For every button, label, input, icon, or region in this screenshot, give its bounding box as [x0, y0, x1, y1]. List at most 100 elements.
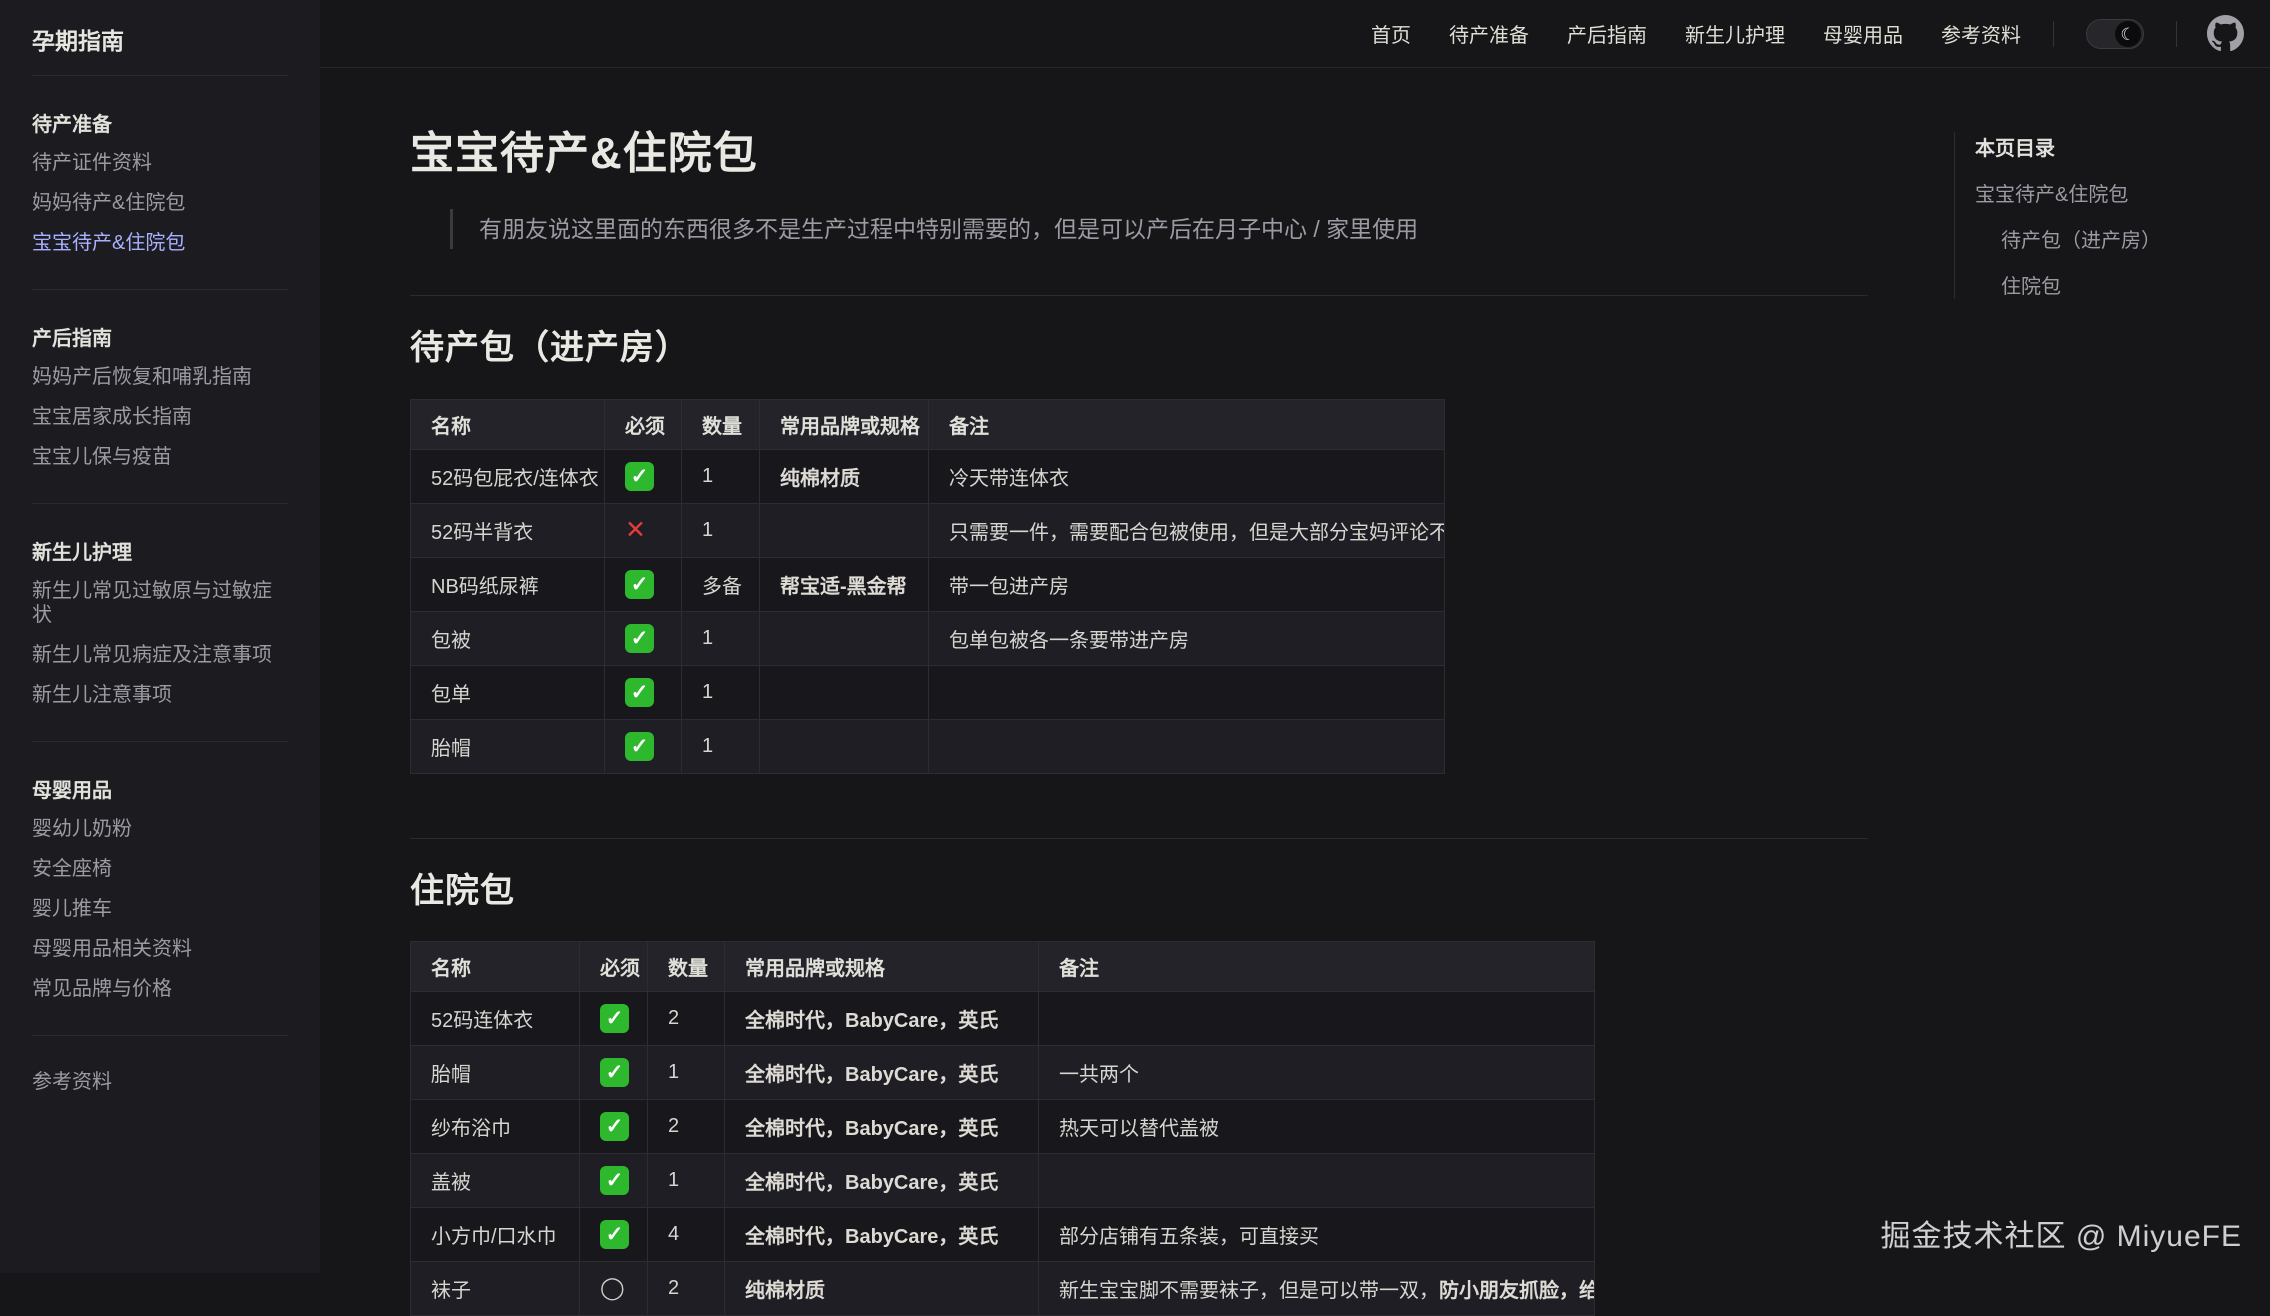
sidebar-item[interactable]: 妈妈待产&住院包: [32, 183, 288, 223]
table-cell: ✓: [605, 557, 682, 611]
table-cell: 一共两个: [1039, 1045, 1595, 1099]
check-icon: ✓: [625, 570, 654, 599]
sidebar-item[interactable]: 妈妈产后恢复和哺乳指南: [32, 357, 288, 397]
table-cell: 盖被: [411, 1153, 580, 1207]
check-icon: ✓: [600, 1004, 629, 1033]
cell-text: 包被: [431, 630, 471, 652]
content-section: 待产包（进产房）名称必须数量常用品牌或规格备注52码包屁衣/连体衣✓1纯棉材质冷…: [410, 295, 1868, 773]
main-content: 宝宝待产&住院包 有朋友说这里面的东西很多不是生产过程中特别需要的，但是可以产后…: [410, 68, 1868, 1316]
table-cell: [760, 503, 929, 557]
table-cell: 全棉时代，BabyCare，英氏: [725, 1099, 1039, 1153]
cell-text: 热天可以替代盖被: [1059, 1118, 1219, 1140]
check-icon: ✓: [625, 732, 654, 761]
navbar-divider: [2176, 21, 2177, 47]
cell-text: 1: [702, 681, 713, 703]
sidebar-item[interactable]: 待产证件资料: [32, 143, 288, 183]
table-cell: 胎帽: [411, 719, 605, 773]
navbar: 首页 待产准备 产后指南 新生儿护理 母婴用品 参考资料 ☾: [320, 0, 2270, 68]
page-title: 宝宝待产&住院包: [410, 128, 1868, 180]
toc: 本页目录 宝宝待产&住院包待产包（进产房）住院包: [1954, 132, 2254, 299]
table-cell: 包单包被各一条要带进产房: [929, 611, 1445, 665]
sidebar-item[interactable]: 新生儿常见过敏原与过敏症状: [32, 571, 288, 635]
table-cell: 冷天带连体衣: [929, 449, 1445, 503]
cell-text: 1: [702, 465, 713, 487]
table-cell: 热天可以替代盖被: [1039, 1099, 1595, 1153]
table-row: 胎帽✓1全棉时代，BabyCare，英氏一共两个: [411, 1045, 1595, 1099]
cell-text: 防小朋友抓脸，给戴在手上: [1439, 1280, 1595, 1302]
sidebar-item[interactable]: 宝宝儿保与疫苗: [32, 437, 288, 477]
data-table: 名称必须数量常用品牌或规格备注52码连体衣✓2全棉时代，BabyCare，英氏胎…: [410, 941, 1595, 1316]
nav-link[interactable]: 母婴用品: [1823, 19, 1903, 48]
moon-icon: ☾: [2115, 21, 2141, 47]
table-row: 盖被✓1全棉时代，BabyCare，英氏: [411, 1153, 1595, 1207]
sidebar-item[interactable]: 宝宝居家成长指南: [32, 397, 288, 437]
nav-link[interactable]: 新生儿护理: [1685, 19, 1785, 48]
column-header: 备注: [929, 399, 1445, 449]
nav-link[interactable]: 参考资料: [1941, 19, 2021, 48]
table-cell: 1: [682, 611, 760, 665]
sidebar-item[interactable]: 常见品牌与价格: [32, 969, 288, 1009]
cell-text: 全棉时代，BabyCare，英氏: [745, 1118, 998, 1140]
sidebar-item[interactable]: 新生儿注意事项: [32, 675, 288, 715]
cell-text: 2: [668, 1277, 679, 1299]
sidebar-item[interactable]: 新生儿常见病症及注意事项: [32, 635, 288, 675]
table-cell: [929, 665, 1445, 719]
table-cell: 纯棉材质: [725, 1261, 1039, 1315]
section-heading: 待产包（进产房）: [410, 295, 1868, 370]
cell-text: 全棉时代，BabyCare，英氏: [745, 1064, 998, 1086]
cell-text: 纱布浴巾: [431, 1118, 511, 1140]
table-cell: 1: [682, 503, 760, 557]
sidebar-item[interactable]: 宝宝待产&住院包: [32, 223, 288, 263]
table-cell: 多备: [682, 557, 760, 611]
cell-text: 冷天带连体衣: [949, 468, 1069, 490]
table-cell: ✓: [605, 611, 682, 665]
table-cell: ✓: [580, 1207, 648, 1261]
table-cell: 帮宝适-黑金帮: [760, 557, 929, 611]
nav-link[interactable]: 首页: [1371, 19, 1411, 48]
table-cell: NB码纸尿裤: [411, 557, 605, 611]
column-header: 名称: [411, 399, 605, 449]
data-table: 名称必须数量常用品牌或规格备注52码包屁衣/连体衣✓1纯棉材质冷天带连体衣52码…: [410, 399, 1445, 774]
table-cell: 包被: [411, 611, 605, 665]
table-cell: 52码半背衣: [411, 503, 605, 557]
sidebar-section: 产后指南妈妈产后恢复和哺乳指南宝宝居家成长指南宝宝儿保与疫苗: [32, 316, 288, 477]
cell-text: 1: [668, 1169, 679, 1191]
sidebar-item[interactable]: 婴儿推车: [32, 889, 288, 929]
github-link[interactable]: [2207, 15, 2244, 52]
table-cell: 1: [682, 449, 760, 503]
table-cell: 1: [682, 719, 760, 773]
table-cell: 带一包进产房: [929, 557, 1445, 611]
sidebar: 孕期指南 待产准备待产证件资料妈妈待产&住院包宝宝待产&住院包产后指南妈妈产后恢…: [0, 0, 320, 1273]
sidebar-item[interactable]: 母婴用品相关资料: [32, 929, 288, 969]
content-section: 住院包名称必须数量常用品牌或规格备注52码连体衣✓2全棉时代，BabyCare，…: [410, 838, 1868, 1316]
nav-link[interactable]: 待产准备: [1449, 19, 1529, 48]
table-cell: ✓: [605, 719, 682, 773]
cell-text: 只需要一件，需要配合包被使用，但是大部分宝妈评论不实用: [949, 522, 1445, 544]
cell-text: 2: [668, 1007, 679, 1029]
sidebar-item[interactable]: 参考资料: [32, 1062, 288, 1102]
toc-item[interactable]: 待产包（进产房）: [1975, 224, 2254, 253]
table-cell: 包单: [411, 665, 605, 719]
cell-text: 1: [702, 735, 713, 757]
check-icon: ✓: [600, 1112, 629, 1141]
toc-item[interactable]: 住院包: [1975, 270, 2254, 299]
sidebar-item[interactable]: 安全座椅: [32, 849, 288, 889]
theme-toggle[interactable]: ☾: [2086, 19, 2144, 49]
site-title[interactable]: 孕期指南: [32, 0, 288, 76]
section-heading: 住院包: [410, 838, 1868, 913]
sidebar-section: 新生儿护理新生儿常见过敏原与过敏症状新生儿常见病症及注意事项新生儿注意事项: [32, 530, 288, 715]
table-row: 包被 ✓1 包单包被各一条要带进产房: [411, 611, 1445, 665]
table-cell: ✕: [605, 503, 682, 557]
table-row: 胎帽 ✓ 1: [411, 719, 1445, 773]
sidebar-item[interactable]: 婴幼儿奶粉: [32, 809, 288, 849]
table-cell: [760, 611, 929, 665]
nav-link[interactable]: 产后指南: [1567, 19, 1647, 48]
cell-text: 多备: [702, 576, 742, 598]
table-row: 纱布浴巾 ✓ 2 全棉时代，BabyCare，英氏 热天可以替代盖被: [411, 1099, 1595, 1153]
table-cell: 2: [648, 1261, 725, 1315]
cell-text: 袜子: [431, 1280, 471, 1302]
toc-item[interactable]: 宝宝待产&住院包: [1975, 178, 2254, 207]
table-cell: [929, 719, 1445, 773]
table-cell: 2: [648, 1099, 725, 1153]
table-cell: 52码包屁衣/连体衣: [411, 449, 605, 503]
